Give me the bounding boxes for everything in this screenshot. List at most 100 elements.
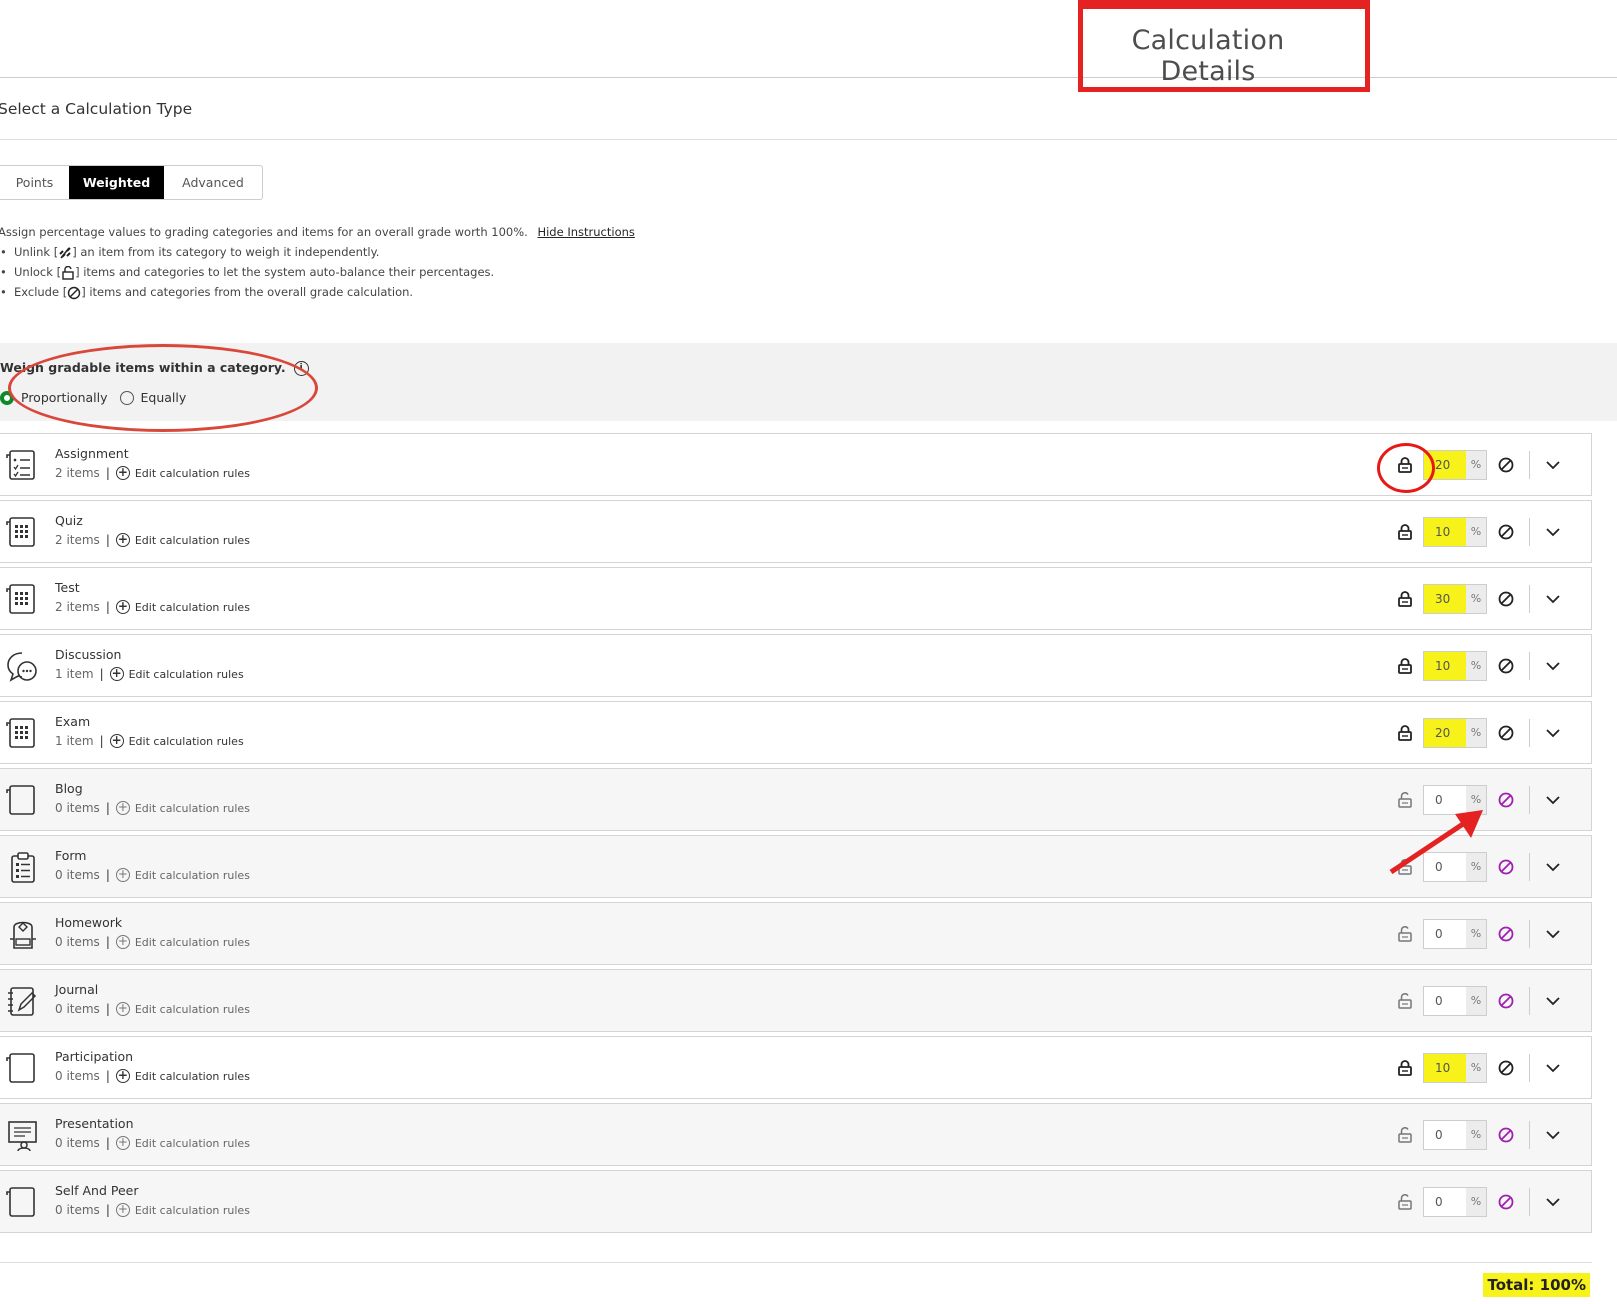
category-item-count: 2 items [55, 600, 100, 614]
category-name: Form [55, 848, 87, 863]
exclude-icon[interactable] [1497, 791, 1515, 809]
percentage-value[interactable]: 10 [1424, 652, 1466, 680]
exclude-icon[interactable] [1497, 858, 1515, 876]
exclude-icon[interactable] [1497, 1193, 1515, 1211]
edit-calculation-rules-link[interactable]: + Edit calculation rules [115, 599, 250, 614]
exclude-icon[interactable] [1497, 590, 1515, 608]
percentage-input[interactable]: 30% [1423, 584, 1487, 614]
category-row: Homework 0 items | + Edit calculation rules 0… [0, 902, 1592, 965]
unlock-icon[interactable] [1395, 1192, 1415, 1212]
chevron-down-icon[interactable] [1544, 523, 1562, 541]
percentage-value[interactable]: 0 [1424, 987, 1466, 1015]
percentage-input[interactable]: 10% [1423, 517, 1487, 547]
exclude-icon[interactable] [1497, 657, 1515, 675]
percentage-input[interactable]: 20% [1423, 718, 1487, 748]
divider [1529, 1121, 1530, 1149]
hide-instructions-link[interactable]: Hide Instructions [537, 225, 634, 239]
percentage-input[interactable]: 0% [1423, 919, 1487, 949]
exclude-icon[interactable] [1497, 1126, 1515, 1144]
percentage-input[interactable]: 0% [1423, 1120, 1487, 1150]
separator: | [105, 1203, 110, 1217]
plus-circle-icon: + [115, 1068, 130, 1083]
plus-circle-icon: + [115, 934, 130, 949]
edit-calculation-rules-link[interactable]: + Edit calculation rules [115, 1136, 250, 1150]
percentage-value[interactable]: 0 [1424, 1188, 1466, 1216]
lock-icon[interactable] [1395, 723, 1415, 743]
lock-icon[interactable] [1395, 522, 1415, 542]
percentage-input[interactable]: 0% [1423, 986, 1487, 1016]
unlock-icon[interactable] [1395, 924, 1415, 944]
percent-unit: % [1466, 1121, 1486, 1149]
chevron-down-icon[interactable] [1544, 590, 1562, 608]
unlock-icon[interactable] [1395, 991, 1415, 1011]
category-row: Exam 1 item | + Edit calculation rules 20% [0, 701, 1592, 764]
chevron-down-icon[interactable] [1544, 858, 1562, 876]
category-name: Test [55, 580, 80, 595]
edit-calculation-rules-link[interactable]: + Edit calculation rules [115, 1203, 250, 1217]
annotation-ellipse [8, 344, 318, 432]
percentage-input[interactable]: 10% [1423, 1053, 1487, 1083]
category-controls: 0% [1395, 1118, 1562, 1152]
annotation-circle [1377, 443, 1435, 493]
calc-type-advanced-button[interactable]: Advanced [164, 166, 262, 199]
separator: | [105, 1069, 110, 1083]
chevron-down-icon[interactable] [1544, 1059, 1562, 1077]
exclude-icon[interactable] [1497, 1059, 1515, 1077]
chevron-down-icon[interactable] [1544, 992, 1562, 1010]
lock-icon[interactable] [1395, 1058, 1415, 1078]
percentage-value[interactable]: 30 [1424, 585, 1466, 613]
chevron-down-icon[interactable] [1544, 791, 1562, 809]
edit-calculation-rules-link[interactable]: + Edit calculation rules [115, 1002, 250, 1016]
chevron-down-icon[interactable] [1544, 1193, 1562, 1211]
edit-calculation-rules-link[interactable]: + Edit calculation rules [115, 466, 250, 480]
category-name: Homework [55, 915, 123, 930]
separator: | [99, 667, 104, 681]
calc-type-toggle: Points Weighted Advanced [0, 165, 263, 200]
chevron-down-icon[interactable] [1544, 1126, 1562, 1144]
edit-calculation-rules-link[interactable]: + Edit calculation rules [115, 934, 250, 949]
unlink-icon [59, 246, 71, 258]
exclude-icon[interactable] [1497, 724, 1515, 742]
exclude-icon[interactable] [1497, 456, 1515, 474]
plus-circle-icon: + [109, 733, 124, 748]
percentage-value[interactable]: 0 [1424, 920, 1466, 948]
exclude-icon[interactable] [1497, 925, 1515, 943]
chevron-down-icon[interactable] [1544, 657, 1562, 675]
plus-circle-icon: + [115, 599, 130, 614]
percentage-value[interactable]: 10 [1424, 518, 1466, 546]
percentage-input[interactable]: 10% [1423, 651, 1487, 681]
exclude-icon[interactable] [1497, 992, 1515, 1010]
category-item-count: 2 items [55, 533, 100, 547]
instruction-unlink: Unlink [] an item from its category to w… [0, 242, 635, 262]
calc-type-weighted-button[interactable]: Weighted [69, 166, 164, 199]
percent-unit: % [1466, 451, 1486, 479]
chevron-down-icon[interactable] [1544, 724, 1562, 742]
edit-calculation-rules-link[interactable]: + Edit calculation rules [115, 533, 250, 547]
form-icon [11, 852, 35, 883]
edit-calculation-rules-link[interactable]: + Edit calculation rules [115, 1068, 250, 1083]
divider [0, 139, 1617, 140]
separator: | [105, 600, 110, 614]
percentage-input[interactable]: 0% [1423, 1187, 1487, 1217]
lock-icon[interactable] [1395, 656, 1415, 676]
edit-calculation-rules-link[interactable]: + Edit calculation rules [115, 868, 250, 882]
category-name: Discussion [55, 647, 122, 662]
percentage-value[interactable]: 0 [1424, 1121, 1466, 1149]
exclude-icon[interactable] [1497, 523, 1515, 541]
edit-calculation-rules-link[interactable]: + Edit calculation rules [115, 801, 250, 815]
category-list: Assignment 2 items | + Edit calculation rule… [0, 433, 1592, 1237]
lock-icon[interactable] [1395, 589, 1415, 609]
edit-calculation-rules-link[interactable]: + Edit calculation rules [109, 733, 244, 748]
chevron-down-icon[interactable] [1544, 456, 1562, 474]
edit-calculation-rules-link[interactable]: + Edit calculation rules [109, 667, 244, 681]
category-item-count: 0 items [55, 1136, 100, 1150]
percentage-value[interactable]: 20 [1424, 719, 1466, 747]
separator: | [105, 868, 110, 882]
unlock-icon[interactable] [1395, 1125, 1415, 1145]
category-row: Assignment 2 items | + Edit calculation rule… [0, 433, 1592, 496]
separator: | [105, 1002, 110, 1016]
chevron-down-icon[interactable] [1544, 925, 1562, 943]
percentage-value[interactable]: 10 [1424, 1054, 1466, 1082]
calc-type-points-button[interactable]: Points [0, 166, 69, 199]
discussion-icon [7, 652, 37, 682]
